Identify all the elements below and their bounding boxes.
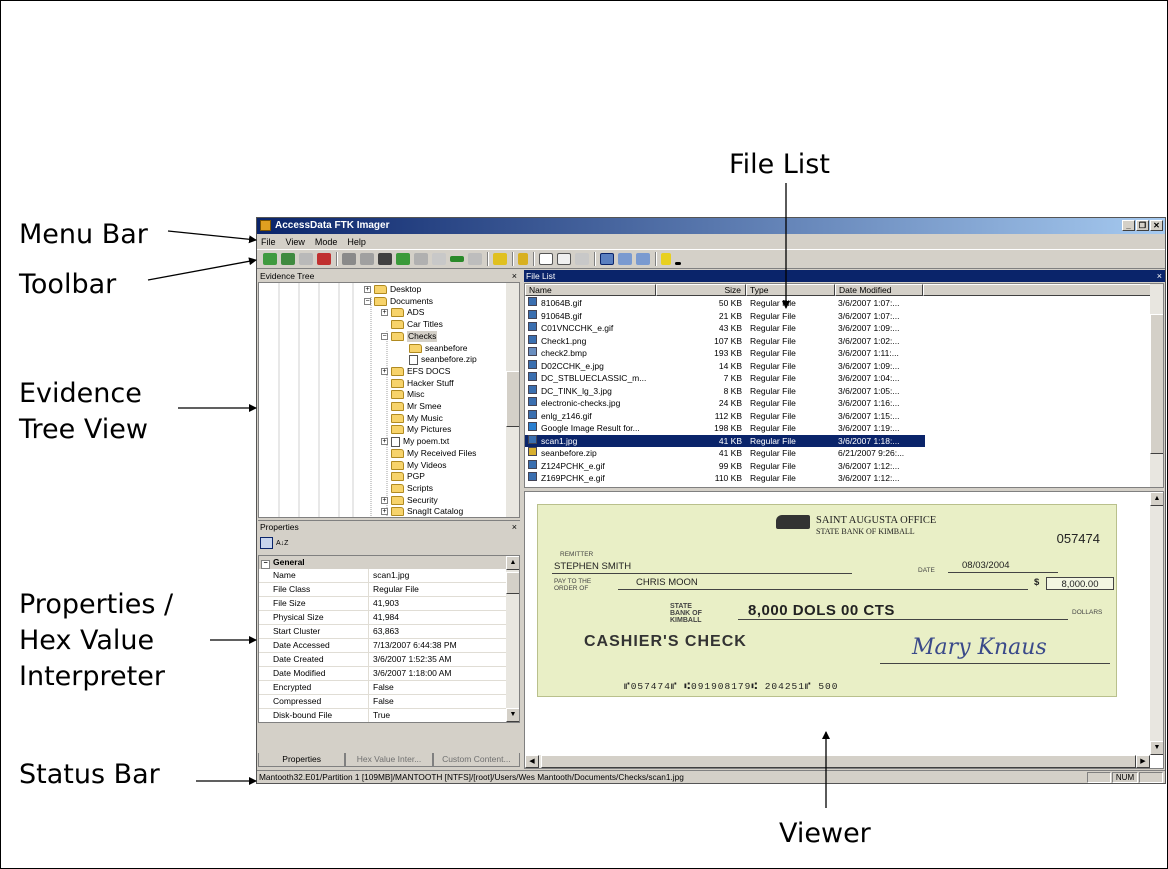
menu-bar-arrow xyxy=(167,230,257,244)
annotation-arrows xyxy=(147,183,830,808)
toolbar-arrow xyxy=(147,257,257,281)
